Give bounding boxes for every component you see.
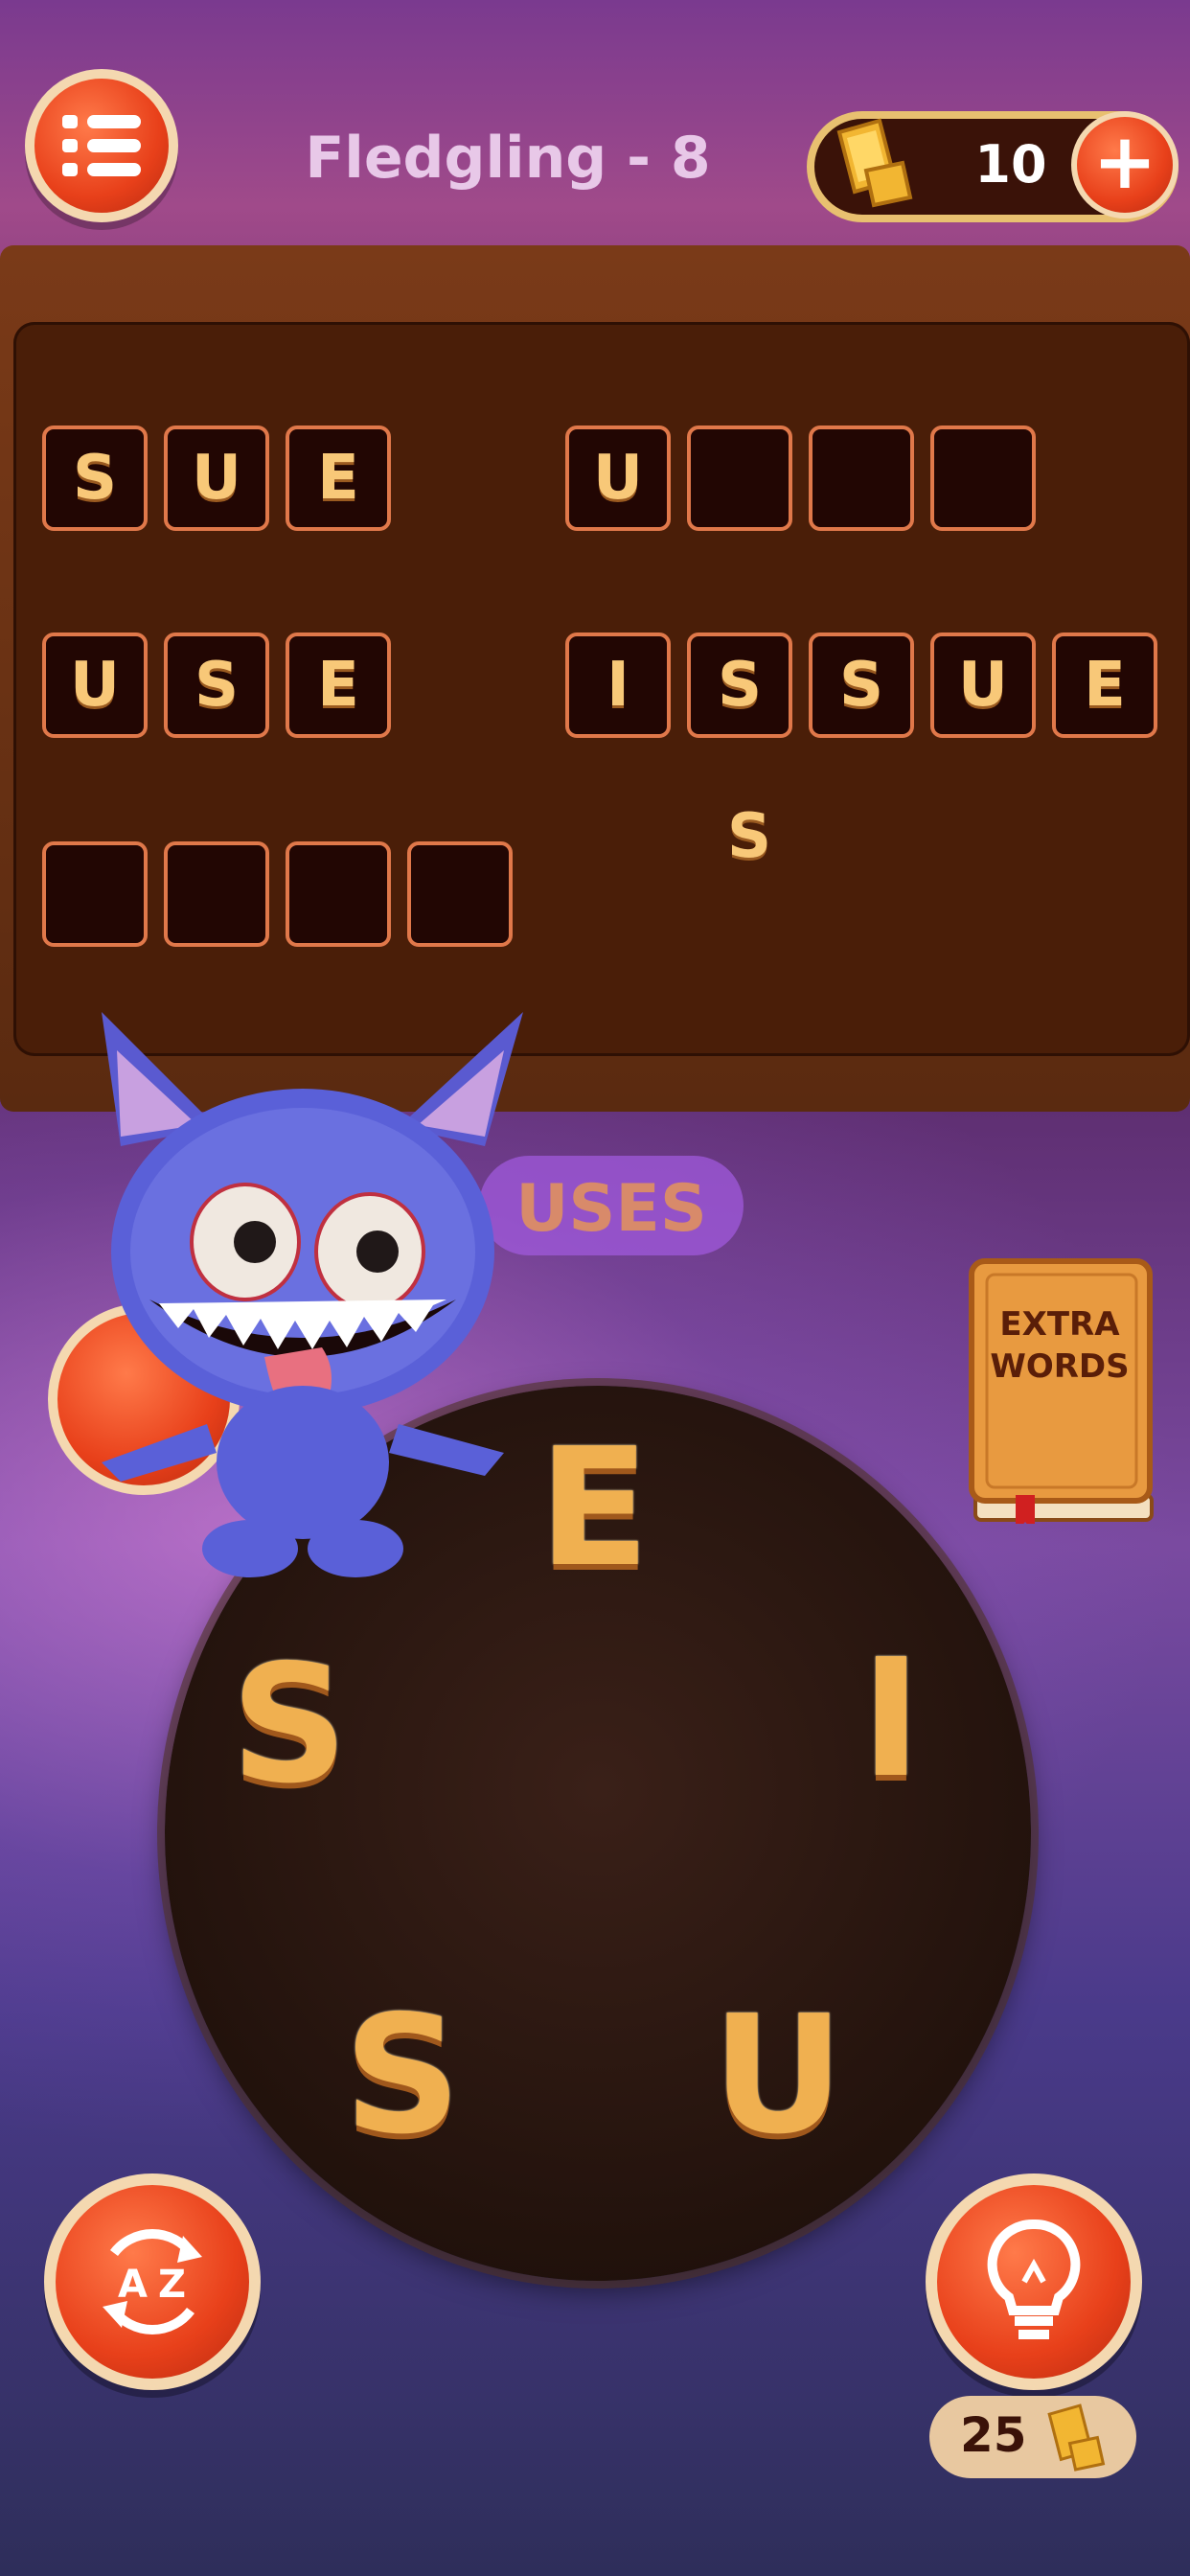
- plus-icon: +: [1092, 117, 1157, 206]
- shuffle-button[interactable]: A Z: [44, 2174, 261, 2390]
- word-tile: S: [42, 426, 148, 531]
- wheel-letter[interactable]: I: [814, 1633, 968, 1806]
- word-tile-empty: [407, 841, 513, 947]
- word-tile: S: [687, 632, 792, 738]
- monster-mascot-icon: [102, 1012, 523, 1577]
- word-tile: U: [565, 426, 671, 531]
- hint-button[interactable]: [926, 2174, 1142, 2390]
- word-tile: S: [809, 632, 914, 738]
- word-tile-empty: [809, 426, 914, 531]
- menu-list-icon: [62, 115, 141, 176]
- word-tile: E: [286, 632, 391, 738]
- word-tile: U: [164, 426, 269, 531]
- word-tile-empty: [286, 841, 391, 947]
- hint-cost-badge: 25: [929, 2396, 1136, 2478]
- extra-words-label: EXTRA WORDS: [973, 1303, 1146, 1388]
- svg-text:Z: Z: [158, 2263, 186, 2307]
- wheel-letter[interactable]: U: [701, 1990, 855, 2162]
- az-shuffle-icon: A Z: [103, 2229, 202, 2334]
- svg-text:A: A: [118, 2263, 148, 2307]
- word-tile-empty: [930, 426, 1036, 531]
- menu-button[interactable]: [25, 69, 178, 222]
- word-tile-empty: [164, 841, 269, 947]
- extra-words-line1: EXTRA: [999, 1305, 1120, 1344]
- gold-bars-icon: [1047, 2404, 1106, 2472]
- gold-count: 10: [974, 134, 1047, 195]
- bonus-letter: S: [726, 801, 772, 872]
- wheel-letter[interactable]: S: [326, 1990, 479, 2162]
- extra-words-line2: WORDS: [990, 1347, 1130, 1386]
- word-tile: U: [930, 632, 1036, 738]
- word-tile-empty: [687, 426, 792, 531]
- hint-cost: 25: [960, 2407, 1027, 2463]
- word-tile: U: [42, 632, 148, 738]
- add-gold-button[interactable]: +: [1071, 111, 1179, 218]
- extra-words-book[interactable]: [968, 1255, 1156, 1524]
- word-tile: E: [1052, 632, 1157, 738]
- word-tile: I: [565, 632, 671, 738]
- word-tile: E: [286, 426, 391, 531]
- level-title: Fledgling - 8: [305, 125, 711, 192]
- wheel-letter[interactable]: S: [213, 1639, 366, 1811]
- gold-balance: 10 +: [807, 111, 1179, 222]
- word-tile: S: [164, 632, 269, 738]
- word-tile-empty: [42, 841, 148, 947]
- gold-bars-icon: [836, 118, 913, 208]
- lightbulb-icon: [987, 2219, 1081, 2339]
